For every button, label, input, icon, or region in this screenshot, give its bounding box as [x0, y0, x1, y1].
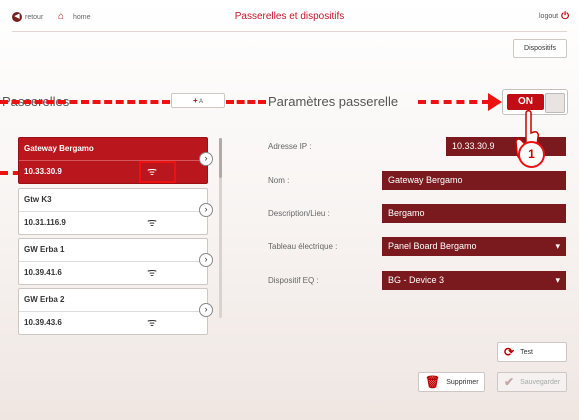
- description-label: Description/Lieu :: [268, 209, 330, 218]
- gateway-ip: 10.39.43.6: [24, 318, 62, 327]
- annotation-dash-right: [418, 100, 490, 104]
- refresh-icon: ⟳: [504, 345, 515, 359]
- step-number-badge: 1: [518, 141, 545, 168]
- gateway-name: Gtw K3: [24, 195, 52, 204]
- panel-board-label: Tableau électrique :: [268, 242, 338, 251]
- annotation-dash-middle: [226, 100, 266, 104]
- gateway-list: Gateway Bergamo 10.33.30.9 ᯤ › Gtw K3 10…: [18, 137, 213, 335]
- wifi-icon: ᯤ: [147, 217, 158, 229]
- toggle-knob: [545, 93, 565, 113]
- gateway-item-0[interactable]: Gateway Bergamo 10.33.30.9 ᯤ ›: [18, 137, 213, 184]
- item-separator: [19, 311, 207, 312]
- test-label: Test: [520, 348, 533, 356]
- device-label: Dispositif EQ :: [268, 276, 319, 285]
- gateway-item-1[interactable]: Gtw K3 10.31.116.9 ᯤ ›: [18, 188, 213, 235]
- dispositifs-button[interactable]: Dispositifs: [513, 39, 567, 58]
- plus-icon: +: [192, 96, 198, 105]
- gateway-name: Gateway Bergamo: [24, 144, 94, 153]
- name-row: Nom : Gateway Bergamo: [268, 171, 566, 191]
- save-button[interactable]: ✔ Sauvegarder: [497, 372, 567, 392]
- item-separator: [19, 211, 207, 212]
- gateway-name: GW Erba 1: [24, 245, 65, 254]
- power-icon: ⏻: [561, 11, 569, 22]
- gateway-ip: 10.39.41.6: [24, 268, 62, 277]
- annotation-highlight-box: [139, 161, 176, 183]
- logout-button[interactable]: logout ⏻: [539, 11, 569, 22]
- chevron-right-icon[interactable]: ›: [199, 303, 213, 317]
- add-gateway-button[interactable]: + A: [171, 93, 225, 108]
- name-label: Nom :: [268, 176, 290, 185]
- name-field[interactable]: Gateway Bergamo: [382, 171, 566, 190]
- page-title: Passerelles et dispositifs: [234, 11, 345, 22]
- list-scrollbar[interactable]: [219, 138, 222, 318]
- chevron-right-icon[interactable]: ›: [199, 203, 213, 217]
- wifi-icon: ᯤ: [147, 267, 158, 279]
- gateway-name: GW Erba 2: [24, 295, 65, 304]
- panel-board-select[interactable]: Panel Board Bergamo: [382, 237, 566, 256]
- gateway-item-2[interactable]: GW Erba 1 10.39.41.6 ᯤ ›: [18, 238, 213, 285]
- panel-board-row: Tableau électrique : Panel Board Bergamo: [268, 237, 566, 257]
- add-gateway-label: A: [199, 99, 204, 105]
- logout-label: logout: [539, 13, 559, 20]
- check-icon: ✔: [504, 375, 515, 389]
- description-field[interactable]: Bergamo: [382, 204, 566, 223]
- ip-address-field[interactable]: 10.33.30.9: [446, 137, 566, 156]
- header-divider: [12, 31, 567, 32]
- annotation-dash-left: [0, 100, 170, 104]
- gateway-item-3[interactable]: GW Erba 2 10.39.43.6 ᯤ ›: [18, 288, 213, 335]
- scrollbar-thumb[interactable]: [219, 138, 222, 178]
- top-bar: ◀ retour ⌂ home Passerelles et dispositi…: [0, 0, 579, 34]
- delete-label: Supprimer: [446, 378, 479, 386]
- chevron-right-icon[interactable]: ›: [199, 152, 213, 166]
- annotation-arrowhead-toggle: [488, 93, 502, 111]
- gateway-ip: 10.31.116.9: [24, 218, 66, 227]
- wifi-icon: ᯤ: [147, 317, 158, 329]
- toggle-on-label: ON: [507, 94, 544, 110]
- item-separator: [19, 160, 207, 161]
- test-button[interactable]: ⟳ Test: [497, 342, 567, 362]
- description-row: Description/Lieu : Bergamo: [268, 204, 566, 224]
- device-select[interactable]: BG - Device 3: [382, 271, 566, 290]
- app-frame: ◀ retour ⌂ home Passerelles et dispositi…: [0, 0, 579, 420]
- ip-address-label: Adresse IP :: [268, 142, 312, 151]
- item-separator: [19, 261, 207, 262]
- trash-icon: 🗑: [425, 375, 441, 389]
- save-label: Sauvegarder: [520, 378, 561, 386]
- device-row: Dispositif EQ : BG - Device 3: [268, 271, 566, 291]
- gateway-ip: 10.33.30.9: [24, 167, 62, 176]
- chevron-right-icon[interactable]: ›: [199, 253, 213, 267]
- gateway-settings-title: Paramètres passerelle: [268, 94, 399, 109]
- delete-button[interactable]: 🗑 Supprimer: [418, 372, 485, 392]
